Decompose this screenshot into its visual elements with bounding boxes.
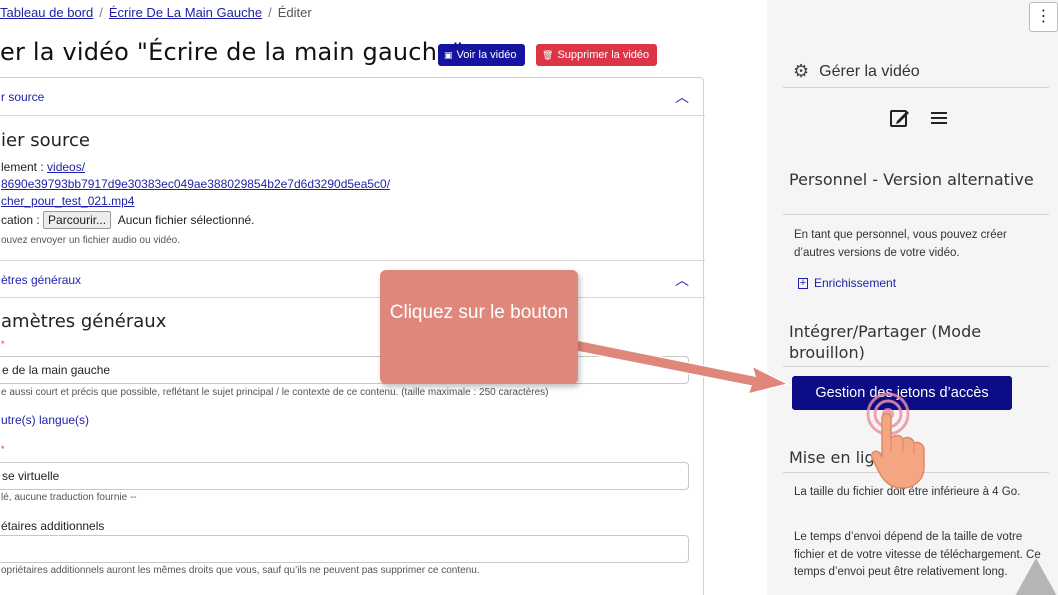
instruction-callout: Cliquez sur le bouton [380, 270, 578, 384]
scroll-top-button[interactable] [1014, 558, 1058, 595]
pointer-hand-icon [866, 392, 925, 489]
